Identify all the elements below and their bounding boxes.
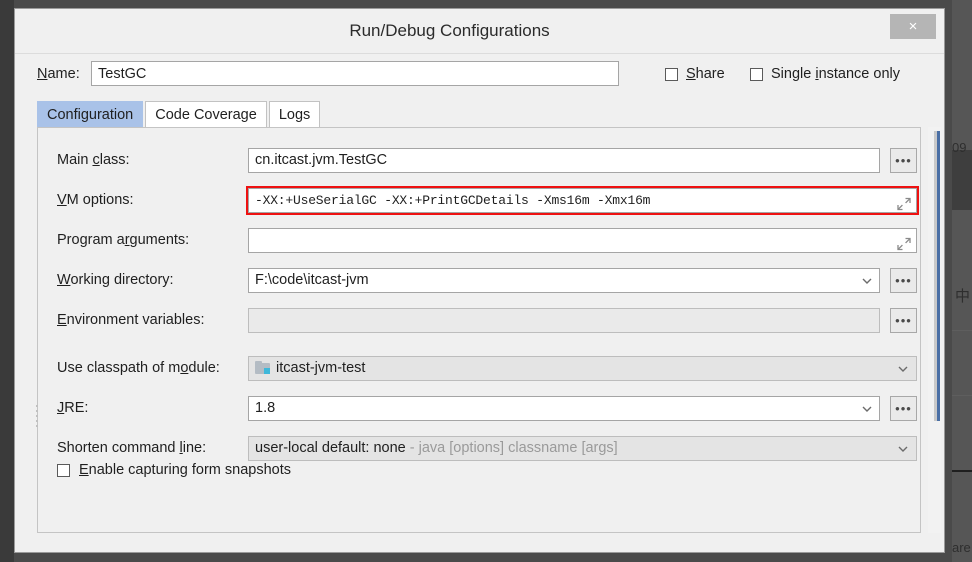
tab-code-coverage[interactable]: Code Coverage bbox=[145, 101, 267, 127]
use-classpath-of-module-value: itcast-jvm-test bbox=[276, 360, 366, 376]
background-text-fragment: are bbox=[952, 540, 971, 555]
close-icon[interactable]: × bbox=[890, 14, 936, 39]
shorten-command-line-hint: - java [options] classname [args] bbox=[405, 440, 618, 456]
dialog-scrollbar-accent bbox=[937, 131, 940, 421]
screen: 09 中 are Run/Debug Configurations × Name… bbox=[0, 0, 972, 562]
name-row: Name: TestGC Share Single instance only bbox=[15, 54, 944, 99]
jre-select[interactable]: 1.8 bbox=[248, 396, 880, 421]
dialog-titlebar: Run/Debug Configurations × bbox=[15, 9, 944, 54]
working-directory-browse-button[interactable]: ••• bbox=[890, 268, 917, 293]
working-directory-row: Working directory: F:\code\itcast-jvm ••… bbox=[38, 268, 920, 294]
share-checkbox[interactable]: Share bbox=[665, 66, 725, 82]
ellipsis-icon: ••• bbox=[895, 273, 912, 288]
background-rule bbox=[952, 395, 972, 396]
background-top bbox=[0, 0, 260, 8]
vm-options-input[interactable]: -XX:+UseSerialGC -XX:+PrintGCDetails -Xm… bbox=[248, 188, 917, 213]
environment-variables-input[interactable] bbox=[248, 308, 880, 333]
chevron-down-icon[interactable] bbox=[894, 437, 912, 460]
vm-options-row: VM options: -XX:+UseSerialGC -XX:+PrintG… bbox=[38, 186, 920, 215]
expand-icon[interactable] bbox=[896, 236, 912, 252]
use-classpath-of-module-select[interactable]: itcast-jvm-test bbox=[248, 356, 917, 381]
working-directory-input[interactable]: F:\code\itcast-jvm bbox=[248, 268, 880, 293]
enable-capturing-form-snapshots-label: Enable capturing form snapshots bbox=[79, 462, 291, 478]
environment-variables-row: Environment variables: ••• bbox=[38, 308, 920, 334]
use-classpath-of-module-label: Use classpath of module: bbox=[57, 360, 220, 376]
tab-bar: Configuration Code Coverage Logs bbox=[37, 101, 322, 127]
module-icon bbox=[255, 361, 270, 374]
program-arguments-row: Program arguments: bbox=[38, 228, 920, 254]
enable-capturing-form-snapshots-checkbox[interactable]: Enable capturing form snapshots bbox=[57, 462, 291, 478]
background-text-fragment: 09 bbox=[952, 140, 967, 155]
shorten-command-line-label: Shorten command line: bbox=[57, 440, 207, 456]
jre-browse-button[interactable]: ••• bbox=[890, 396, 917, 421]
shorten-command-line-row: Shorten command line: user-local default… bbox=[38, 436, 920, 462]
program-arguments-label: Program arguments: bbox=[57, 232, 190, 248]
program-arguments-input[interactable] bbox=[248, 228, 917, 253]
chevron-down-icon[interactable] bbox=[858, 269, 876, 292]
shorten-command-line-select[interactable]: user-local default: none - java [options… bbox=[248, 436, 917, 461]
tab-configuration[interactable]: Configuration bbox=[37, 101, 144, 127]
use-classpath-of-module-row: Use classpath of module: itcast-jvm-test bbox=[38, 356, 920, 382]
enable-capturing-form-snapshots-box[interactable] bbox=[57, 463, 70, 477]
share-checkbox-label: Share bbox=[686, 66, 725, 82]
main-class-browse-button[interactable]: ••• bbox=[890, 148, 917, 173]
jre-row: JRE: 1.8 ••• bbox=[38, 396, 920, 422]
chevron-down-icon[interactable] bbox=[894, 357, 912, 380]
environment-variables-browse-button[interactable]: ••• bbox=[890, 308, 917, 333]
expand-icon[interactable] bbox=[896, 196, 912, 212]
dialog-title: Run/Debug Configurations bbox=[349, 21, 550, 40]
background-band bbox=[952, 150, 972, 210]
chevron-down-icon[interactable] bbox=[858, 397, 876, 420]
background-rule bbox=[952, 470, 972, 472]
configuration-panel: Main class: cn.itcast.jvm.TestGC ••• VM … bbox=[37, 127, 921, 533]
main-class-input[interactable]: cn.itcast.jvm.TestGC bbox=[248, 148, 880, 173]
background-right bbox=[952, 0, 972, 562]
ellipsis-icon: ••• bbox=[895, 313, 912, 328]
shorten-command-line-value: user-local default: none bbox=[255, 440, 406, 456]
share-checkbox-box[interactable] bbox=[665, 67, 678, 81]
single-instance-only-checkbox-box[interactable] bbox=[750, 67, 763, 81]
background-rule bbox=[952, 330, 972, 331]
main-class-label: Main class: bbox=[57, 152, 130, 168]
ellipsis-icon: ••• bbox=[895, 401, 912, 416]
environment-variables-label: Environment variables: bbox=[57, 312, 205, 328]
single-instance-only-checkbox-label: Single instance only bbox=[771, 66, 900, 82]
working-directory-label: Working directory: bbox=[57, 272, 174, 288]
splitter-handle[interactable] bbox=[35, 402, 40, 432]
background-text-fragment: 中 bbox=[955, 288, 971, 305]
ellipsis-icon: ••• bbox=[895, 153, 912, 168]
tab-logs[interactable]: Logs bbox=[268, 101, 321, 127]
run-debug-configurations-dialog: Run/Debug Configurations × Name: TestGC … bbox=[14, 8, 945, 553]
main-class-row: Main class: cn.itcast.jvm.TestGC ••• bbox=[38, 148, 920, 174]
single-instance-only-checkbox[interactable]: Single instance only bbox=[750, 66, 900, 82]
background-left-strip bbox=[0, 0, 14, 562]
jre-label: JRE: bbox=[57, 400, 89, 416]
name-input[interactable]: TestGC bbox=[91, 61, 619, 86]
vm-options-label: VM options: bbox=[57, 192, 134, 208]
name-label: Name: bbox=[37, 66, 80, 82]
